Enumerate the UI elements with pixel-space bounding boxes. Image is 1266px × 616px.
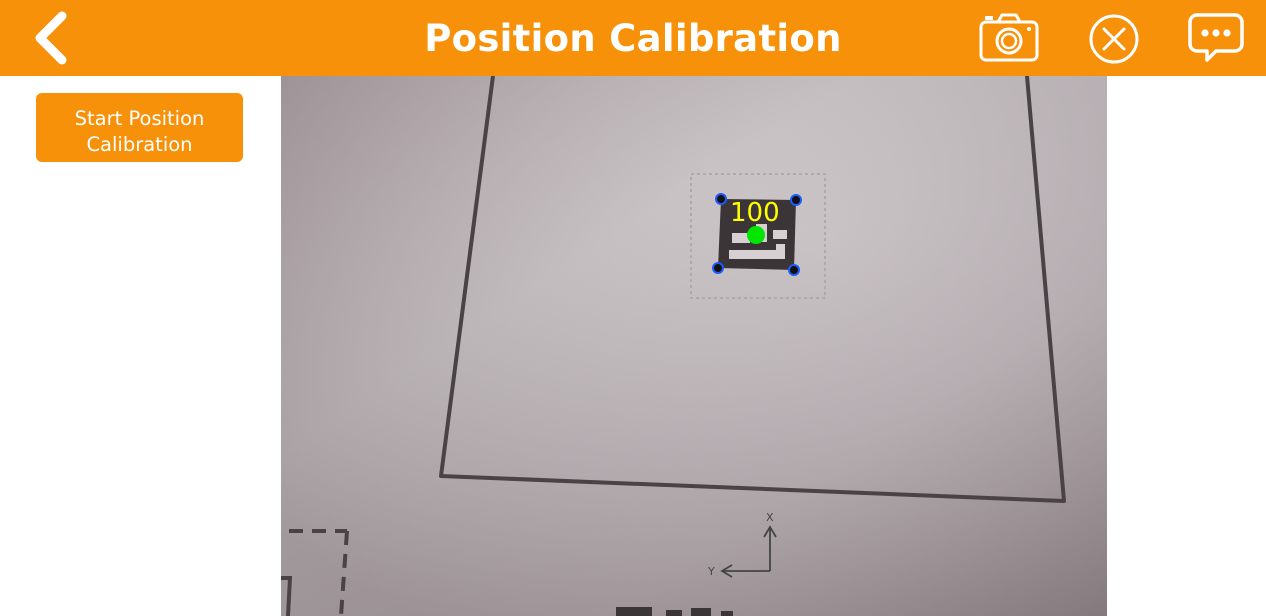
marker-id-label: 100 [730,198,780,228]
camera-icon [979,13,1039,62]
marker-corner-point [788,264,800,276]
close-circle-icon [1089,14,1139,64]
axis-x-label: X [766,511,774,524]
paper-shading [281,76,1107,616]
chevron-left-icon [35,11,67,65]
camera-frame: 100 X Y [281,76,1107,616]
page-title: Position Calibration [424,17,842,60]
axis-y-label: Y [707,565,715,578]
marker-corner-point [715,193,727,205]
start-position-calibration-button[interactable]: Start Position Calibration [36,93,243,162]
chat-bubble-icon [1188,13,1244,62]
close-button[interactable] [1084,8,1144,68]
marker-center-point [747,226,765,244]
back-button[interactable] [26,8,80,68]
header-bar: Position Calibration [0,0,1266,76]
marker-corner-point [790,194,802,206]
camera-feed: 100 X Y [281,76,1107,616]
chat-button[interactable] [1186,8,1246,68]
camera-button[interactable] [974,8,1044,68]
marker-corner-point [712,262,724,274]
